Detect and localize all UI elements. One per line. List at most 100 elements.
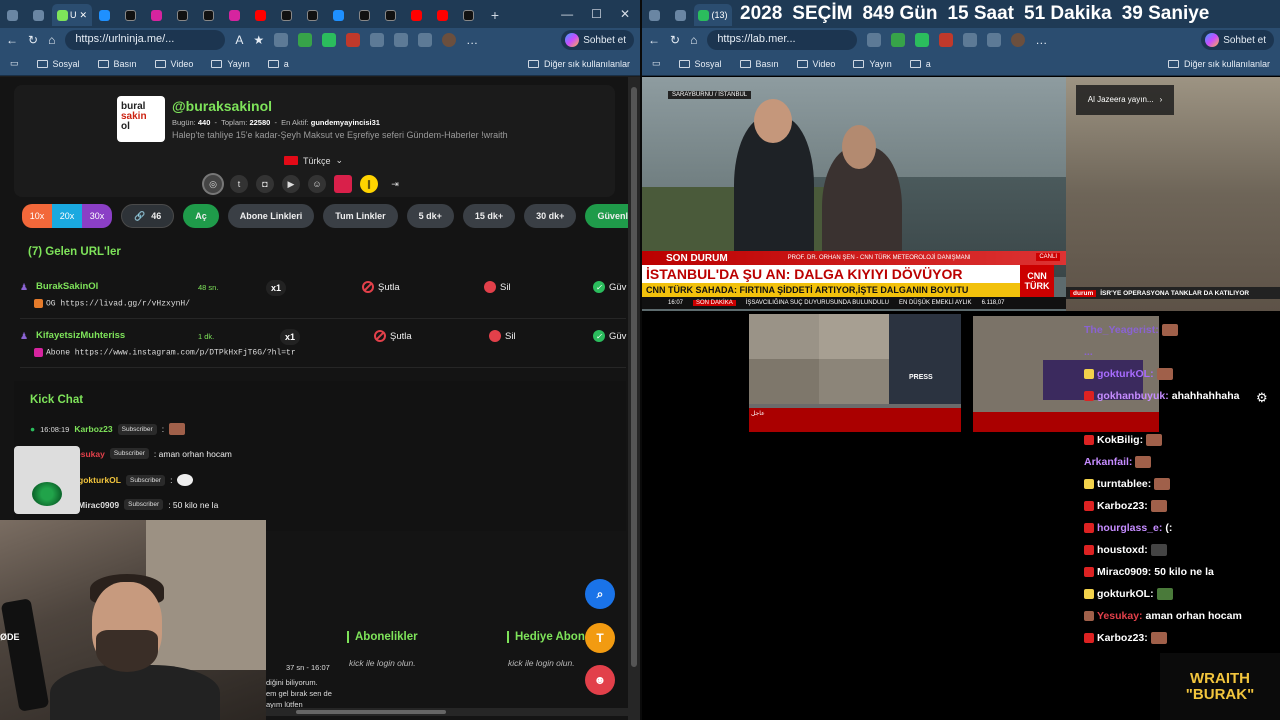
url-row-link[interactable]: Abone https://www.instagram.com/p/DTPkHx… [34,348,296,358]
collections-icon[interactable] [987,33,1002,47]
back-icon[interactable]: ← [648,33,660,47]
globe-icon[interactable]: ◎ [204,175,222,193]
extension-icon-3[interactable] [322,33,337,47]
bookmark-folder-a[interactable]: a [909,59,931,69]
kick-icon[interactable] [334,175,352,193]
twitter-icon[interactable]: t [230,175,248,193]
other-bookmarks[interactable]: Diğer sık kullanılanlar [1167,59,1270,69]
extension-icon-1[interactable] [867,33,882,47]
share-icon[interactable]: ⇥ [386,175,404,193]
profile-avatar-icon[interactable] [442,33,457,47]
close-icon[interactable]: ✕ [620,7,630,21]
profile-avatar-icon[interactable] [1011,33,1026,47]
extension-icon-2[interactable] [298,33,313,47]
sohbet-button[interactable]: Sohbet et [1201,30,1274,50]
tab-x-8[interactable] [456,4,482,26]
refresh-icon[interactable]: ↻ [670,33,680,47]
filter-15dk-button[interactable]: 15 dk+ [462,204,516,228]
sohbet-button[interactable]: Sohbet et [561,30,634,50]
favorite-star-icon[interactable]: ★ [253,33,264,47]
extension-icon-4[interactable] [346,33,361,47]
user-button[interactable]: ☻ [585,665,615,695]
translate-button[interactable]: T [585,623,615,653]
all-links-button[interactable]: Tum Linkler [323,204,398,228]
tab-youtube-2[interactable] [404,4,430,26]
language-select[interactable]: Türkçe ⌄ [284,155,343,166]
home-icon[interactable]: ⌂ [48,33,55,47]
url-row-user[interactable]: KifayetsizMuhteriss [36,330,125,341]
youtube-icon[interactable]: ▶ [282,175,300,193]
more-menu-icon[interactable]: … [1035,33,1047,47]
speed-20x-button[interactable]: 20x [52,204,82,228]
extension-icon-5[interactable] [370,33,385,47]
minimize-icon[interactable]: — [561,7,573,21]
bookmark-folder-video[interactable]: Video [796,59,835,69]
bookmark-folder-yayin[interactable]: Yayın [211,59,250,69]
bookmark-folder-sosyal[interactable]: Sosyal [678,59,722,69]
ban-button[interactable]: Şutla [374,330,412,342]
extension-icon-3[interactable] [915,33,930,47]
extension-icon-2[interactable] [891,33,906,47]
sidebar-toggle-icon[interactable]: ▭ [652,58,661,69]
tab-youtube-3[interactable] [430,4,456,26]
url-field[interactable]: https://urlninja.me/... [65,30,226,50]
open-safe-button[interactable]: Güvenlileri Aç [585,204,628,228]
tab-x-7[interactable] [378,4,404,26]
instagram-icon[interactable]: ◘ [256,175,274,193]
collections-icon[interactable] [418,33,433,47]
scrollbar-thumb[interactable] [296,710,446,714]
tab-instagram[interactable] [144,4,170,26]
url-row-link[interactable]: OG https://livad.gg/r/vHzxynH/ [34,299,190,309]
url-row-user[interactable]: BurakSakinOl [36,281,98,292]
tab-youtube[interactable] [248,4,274,26]
tab-workspaces[interactable] [642,4,668,26]
tab-x[interactable] [118,4,144,26]
tab-vertical[interactable] [26,4,52,26]
aljazeera-open-button[interactable]: Al Jazeera yayın... › [1076,85,1174,115]
filter-5dk-button[interactable]: 5 dk+ [406,204,454,228]
extension-icon-4[interactable] [939,33,954,47]
tab-edge-2[interactable] [326,4,352,26]
home-icon[interactable]: ⌂ [690,33,697,47]
extension-icon-6[interactable] [394,33,409,47]
safe-button[interactable]: ✓ Güv [593,281,626,293]
speed-30x-button[interactable]: 30x [82,204,112,228]
chat-user[interactable]: esukay [76,449,105,459]
tab-x-5[interactable] [300,4,326,26]
open-button[interactable]: Aç [183,204,219,228]
back-icon[interactable]: ← [6,33,18,47]
other-bookmarks[interactable]: Diğer sık kullanılanlar [527,59,630,69]
gear-icon[interactable]: ⚙ [1256,390,1270,405]
bookmark-folder-basin[interactable]: Basın [97,59,137,69]
tab-x-3[interactable] [196,4,222,26]
tab-x-6[interactable] [352,4,378,26]
chat-user[interactable]: Karboz23 [74,424,112,434]
scrollbar-thumb[interactable] [631,87,637,667]
ban-button[interactable]: Şutla [362,281,400,293]
filter-30dk-button[interactable]: 30 dk+ [524,204,577,228]
profile-username[interactable]: @buraksakinol [172,98,272,114]
horizontal-scrollbar[interactable] [266,708,628,716]
tab-x-4[interactable] [274,4,300,26]
delete-button[interactable]: Sil [489,330,516,342]
login-prompt[interactable]: kick ile login olun. [349,658,416,668]
refresh-icon[interactable]: ↻ [28,33,38,47]
search-button[interactable]: ⌕ [585,579,615,609]
link-count-button[interactable]: 🔗 46 [121,204,175,228]
tab-instagram-2[interactable] [222,4,248,26]
safe-button[interactable]: ✓ Güv [593,330,626,342]
more-menu-icon[interactable]: … [466,33,478,47]
tab-urlninja[interactable]: U ✕ [52,4,92,26]
extension-icon-5[interactable] [963,33,978,47]
speed-10x-button[interactable]: 10x [22,204,52,228]
pause-icon[interactable]: ∥ [360,175,378,193]
chat-user[interactable]: gokturkOL [78,475,121,485]
login-prompt[interactable]: kick ile login olun. [508,658,575,668]
maximize-icon[interactable]: ☐ [591,7,602,21]
tab-edge[interactable] [92,4,118,26]
abone-links-button[interactable]: Abone Linkleri [227,204,315,228]
tab-workspaces[interactable] [0,4,26,26]
read-aloud-icon[interactable]: A [235,33,243,47]
chat-user[interactable]: Mirac0909 [78,500,119,510]
bookmark-folder-sosyal[interactable]: Sosyal [36,59,80,69]
